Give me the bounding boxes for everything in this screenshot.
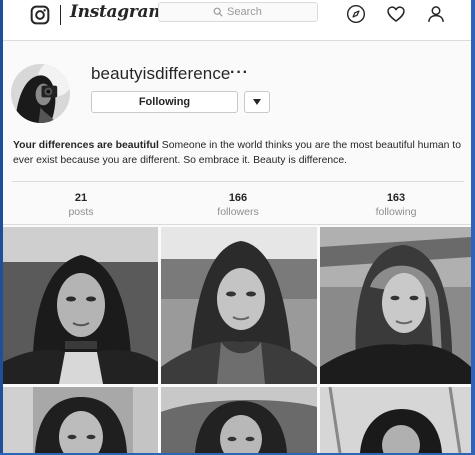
posts-count: 21	[74, 192, 88, 204]
search-box[interactable]	[158, 2, 318, 22]
stat-posts[interactable]: 21 posts	[36, 191, 126, 219]
following-label: following	[375, 206, 417, 218]
grid-divider	[3, 224, 471, 225]
stats-divider	[12, 181, 464, 182]
triangle-down-icon	[253, 99, 261, 105]
instagram-logo-icon[interactable]	[30, 5, 50, 25]
more-options-button[interactable]: ···	[230, 64, 249, 82]
following-count: 163	[386, 192, 406, 204]
search-icon	[213, 7, 223, 17]
stat-following[interactable]: 163 following	[351, 191, 441, 219]
profile-username: beautyisdifference	[91, 64, 231, 83]
followers-count: 166	[228, 192, 248, 204]
post-thumbnail-6[interactable]	[320, 387, 471, 453]
post-thumbnail-3[interactable]	[320, 227, 471, 384]
suggestions-dropdown-button[interactable]	[244, 91, 270, 113]
post-thumbnail-2[interactable]	[161, 227, 317, 384]
top-navigation-bar: Instagram	[3, 0, 471, 41]
window-frame-right	[471, 0, 475, 455]
followers-label: followers	[217, 206, 259, 218]
post-thumbnail-5[interactable]	[161, 387, 317, 453]
stat-followers[interactable]: 166 followers	[193, 191, 283, 219]
profile-avatar[interactable]	[11, 64, 70, 123]
search-input[interactable]	[227, 6, 307, 18]
post-thumbnail-1[interactable]	[3, 227, 158, 384]
bio-name: Your differences are beautiful	[13, 140, 159, 151]
posts-label: posts	[68, 206, 94, 218]
instagram-wordmark[interactable]: Instagram	[70, 2, 166, 22]
heart-icon[interactable]	[386, 4, 406, 24]
compass-icon[interactable]	[346, 4, 366, 24]
post-thumbnail-4[interactable]	[3, 387, 158, 453]
logo-divider	[60, 5, 61, 25]
profile-bio: Your differences are beautiful Someone i…	[13, 138, 465, 168]
profile-icon[interactable]	[426, 4, 446, 24]
following-button[interactable]: Following	[91, 91, 238, 113]
